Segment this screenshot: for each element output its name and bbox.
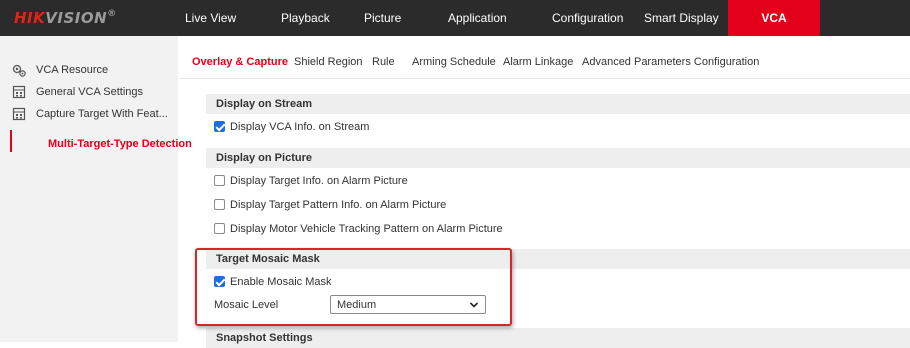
logo-text-hik: HIK [14, 9, 46, 27]
mosaic-level-select[interactable]: Medium [330, 295, 486, 314]
tab-advanced-parameters-configuration[interactable]: Advanced Parameters Configuration [582, 56, 759, 68]
sidebar-item-general-vca-settings[interactable]: General VCA Settings [0, 82, 178, 104]
checkbox-checked-icon[interactable] [214, 276, 225, 287]
mosaic-level-label: Mosaic Level [214, 299, 279, 311]
checkbox-label: Display VCA Info. on Stream [230, 121, 370, 133]
nav-smart-display[interactable]: Smart Display [644, 0, 719, 36]
checkbox-label: Display Motor Vehicle Tracking Pattern o… [230, 223, 503, 235]
top-nav-bar: HIKVISION® Live View Playback Picture Ap… [0, 0, 910, 36]
sidebar-item-capture-target[interactable]: Capture Target With Feat... [0, 104, 178, 126]
checkbox-unchecked-icon[interactable] [214, 175, 225, 186]
sidebar-item-label: Multi-Target-Type Detection [48, 138, 192, 150]
tab-alarm-linkage[interactable]: Alarm Linkage [503, 56, 573, 68]
checkbox-unchecked-icon[interactable] [214, 199, 225, 210]
section-title: Display on Picture [216, 152, 312, 164]
section-title: Display on Stream [216, 98, 312, 110]
checkbox-label: Enable Mosaic Mask [230, 276, 332, 288]
section-title: Target Mosaic Mask [216, 253, 320, 265]
nav-picture[interactable]: Picture [364, 0, 401, 36]
section-header-target-mosaic-mask: Target Mosaic Mask [206, 249, 910, 269]
checkbox-label: Display Target Pattern Info. on Alarm Pi… [230, 199, 447, 211]
tab-rule[interactable]: Rule [372, 56, 395, 68]
checkbox-unchecked-icon[interactable] [214, 223, 225, 234]
section-header-snapshot-settings: Snapshot Settings [206, 328, 910, 348]
tab-shield-region[interactable]: Shield Region [294, 56, 363, 68]
hikvision-logo: HIKVISION® [14, 9, 117, 27]
logo-text-vision: VISION [45, 9, 108, 27]
sidebar-item-label: General VCA Settings [36, 86, 144, 98]
tab-arming-schedule[interactable]: Arming Schedule [412, 56, 496, 68]
nav-application[interactable]: Application [448, 0, 507, 36]
sidebar-item-vca-resource[interactable]: VCA Resource [0, 60, 178, 82]
nav-live-view[interactable]: Live View [185, 0, 236, 36]
tab-divider [180, 78, 910, 79]
grid-settings-icon [12, 85, 26, 99]
checkbox-checked-icon[interactable] [214, 121, 225, 132]
sidebar: VCA Resource General VCA Settings Captur… [0, 36, 192, 342]
section-header-display-on-picture: Display on Picture [206, 148, 910, 168]
logo-registered-mark: ® [107, 9, 117, 19]
chevron-down-icon [469, 302, 479, 308]
grid-settings-icon [12, 107, 26, 121]
section-header-display-on-stream: Display on Stream [206, 94, 910, 114]
mosaic-level-value: Medium [337, 299, 377, 311]
tab-overlay-capture[interactable]: Overlay & Capture [192, 56, 288, 68]
nav-vca[interactable]: VCA [728, 0, 820, 36]
sidebar-item-multi-target-type-detection[interactable]: Multi-Target-Type Detection [0, 130, 192, 156]
sidebar-item-label: VCA Resource [36, 64, 109, 76]
camera-settings-icon [12, 64, 26, 77]
section-title: Snapshot Settings [216, 332, 313, 344]
nav-configuration[interactable]: Configuration [552, 0, 623, 36]
nav-playback[interactable]: Playback [281, 0, 330, 36]
checkbox-label: Display Target Info. on Alarm Picture [230, 175, 408, 187]
sidebar-item-label: Capture Target With Feat... [36, 108, 168, 120]
